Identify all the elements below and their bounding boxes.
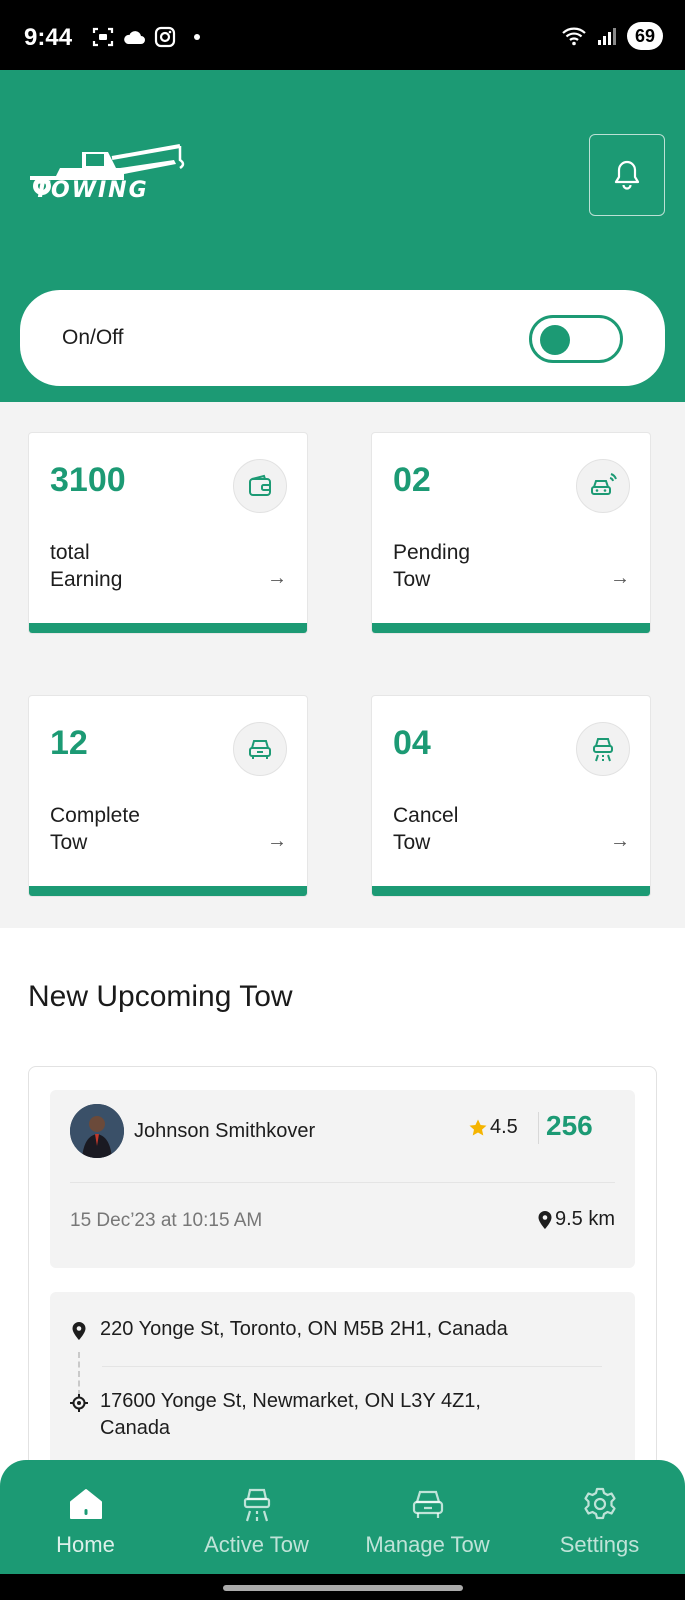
target-location-icon xyxy=(70,1392,88,1414)
home-gesture-bar[interactable] xyxy=(223,1585,463,1591)
stat-label: Cancel Tow xyxy=(393,802,573,856)
divider xyxy=(102,1366,602,1367)
wallet-icon xyxy=(233,459,287,513)
cloud-icon xyxy=(124,31,145,44)
nav-manage-tow[interactable]: Manage Tow xyxy=(342,1460,513,1574)
stat-label-line1: Complete xyxy=(50,804,140,827)
nav-label: Manage Tow xyxy=(365,1532,490,1557)
arrow-right-icon: → xyxy=(610,830,630,852)
stat-label: Pending Tow xyxy=(393,539,573,593)
stat-card-pending-tow[interactable]: 02 Pending Tow → xyxy=(371,432,651,634)
stat-label-line2: Tow xyxy=(50,831,88,854)
stat-value: 3100 xyxy=(50,461,126,499)
home-icon xyxy=(68,1484,104,1524)
car-road-icon xyxy=(576,722,630,776)
nav-label: Settings xyxy=(559,1532,640,1557)
tow-amount: 256 xyxy=(546,1110,593,1141)
availability-toggle[interactable] xyxy=(529,315,623,363)
notifications-button[interactable] xyxy=(589,134,665,216)
stat-accent-bar xyxy=(372,623,650,633)
car-road-icon xyxy=(240,1484,274,1524)
stat-label: total Earning xyxy=(50,539,230,593)
availability-card: On/Off xyxy=(20,290,665,386)
customer-rating: 4.5 xyxy=(468,1116,518,1139)
dropoff-address: 17600 Yonge St, Newmarket, ON L3Y 4Z1, Ca… xyxy=(70,1388,590,1442)
tow-distance: 9.5 km xyxy=(537,1208,615,1231)
car-icon xyxy=(410,1484,446,1524)
nav-settings[interactable]: Settings xyxy=(514,1460,685,1574)
toggle-knob xyxy=(540,325,570,355)
nav-home[interactable]: Home xyxy=(0,1460,171,1574)
stat-value: 02 xyxy=(393,461,431,499)
car-icon xyxy=(233,722,287,776)
stat-label-line2: Earning xyxy=(50,568,123,591)
status-notification-icons xyxy=(92,26,200,48)
status-time: 9:44 xyxy=(24,24,73,51)
stat-accent-bar xyxy=(29,623,307,633)
tow-summary: Johnson Smithkover 4.5 256 15 Dec’23 at … xyxy=(50,1090,635,1268)
car-signal-icon xyxy=(576,459,630,513)
stat-label-line2: Tow xyxy=(393,831,431,854)
stat-card-cancel-tow[interactable]: 04 Cancel Tow → xyxy=(371,695,651,897)
stat-accent-bar xyxy=(372,886,650,896)
screenshot-icon xyxy=(92,27,114,47)
header: TOWING On/Off xyxy=(0,70,685,402)
stat-label-line1: Pending xyxy=(393,541,471,564)
avatar xyxy=(70,1104,124,1158)
location-pin-icon xyxy=(538,1210,552,1229)
divider xyxy=(70,1182,615,1183)
location-pin-icon xyxy=(70,1320,88,1342)
divider xyxy=(538,1112,539,1144)
pickup-address: 220 Yonge St, Toronto, ON M5B 2H1, Canad… xyxy=(70,1316,590,1343)
star-icon xyxy=(469,1119,487,1135)
bottom-navigation: Home Active Tow Manage Tow Settings xyxy=(0,1460,685,1574)
customer-name: Johnson Smithkover xyxy=(134,1120,316,1142)
status-system-icons: 69 xyxy=(561,22,663,50)
nav-label: Active Tow xyxy=(204,1532,309,1557)
status-bar: 9:44 69 xyxy=(0,0,685,70)
rating-value: 4.5 xyxy=(490,1116,518,1138)
stat-accent-bar xyxy=(29,886,307,896)
stat-value: 04 xyxy=(393,724,431,762)
stat-card-complete-tow[interactable]: 12 Complete Tow → xyxy=(28,695,308,897)
stat-card-total-earning[interactable]: 3100 total Earning → xyxy=(28,432,308,634)
instagram-icon xyxy=(154,26,176,48)
stat-value: 12 xyxy=(50,724,88,762)
arrow-right-icon: → xyxy=(267,830,287,852)
gear-icon xyxy=(582,1484,618,1524)
dropoff-address-text: 17600 Yonge St, Newmarket, ON L3Y 4Z1, Ca… xyxy=(100,1388,481,1442)
battery-indicator: 69 xyxy=(626,22,663,50)
stat-label-line1: Cancel xyxy=(393,804,459,827)
stat-label-line2: Tow xyxy=(393,568,431,591)
stat-label: Complete Tow xyxy=(50,802,230,856)
stat-label-line1: total xyxy=(50,541,90,564)
bell-icon xyxy=(614,160,640,190)
nav-active-tow[interactable]: Active Tow xyxy=(171,1460,342,1574)
arrow-right-icon: → xyxy=(610,567,630,589)
notification-dot-icon xyxy=(194,34,200,40)
system-gesture-area xyxy=(0,1574,685,1600)
signal-icon xyxy=(597,28,616,45)
availability-label: On/Off xyxy=(62,326,124,349)
section-title: New Upcoming Tow xyxy=(28,980,293,1013)
tow-date: 15 Dec’23 at 10:15 AM xyxy=(70,1210,263,1231)
wifi-icon xyxy=(562,27,586,46)
dropoff-line1: 17600 Yonge St, Newmarket, ON L3Y 4Z1, xyxy=(100,1390,481,1412)
nav-label: Home xyxy=(56,1532,115,1557)
distance-value: 9.5 km xyxy=(554,1208,615,1230)
dropoff-line2: Canada xyxy=(100,1417,171,1439)
logo-text: TOWING xyxy=(34,178,149,203)
pickup-address-text: 220 Yonge St, Toronto, ON M5B 2H1, Canad… xyxy=(100,1318,508,1340)
arrow-right-icon: → xyxy=(267,567,287,589)
